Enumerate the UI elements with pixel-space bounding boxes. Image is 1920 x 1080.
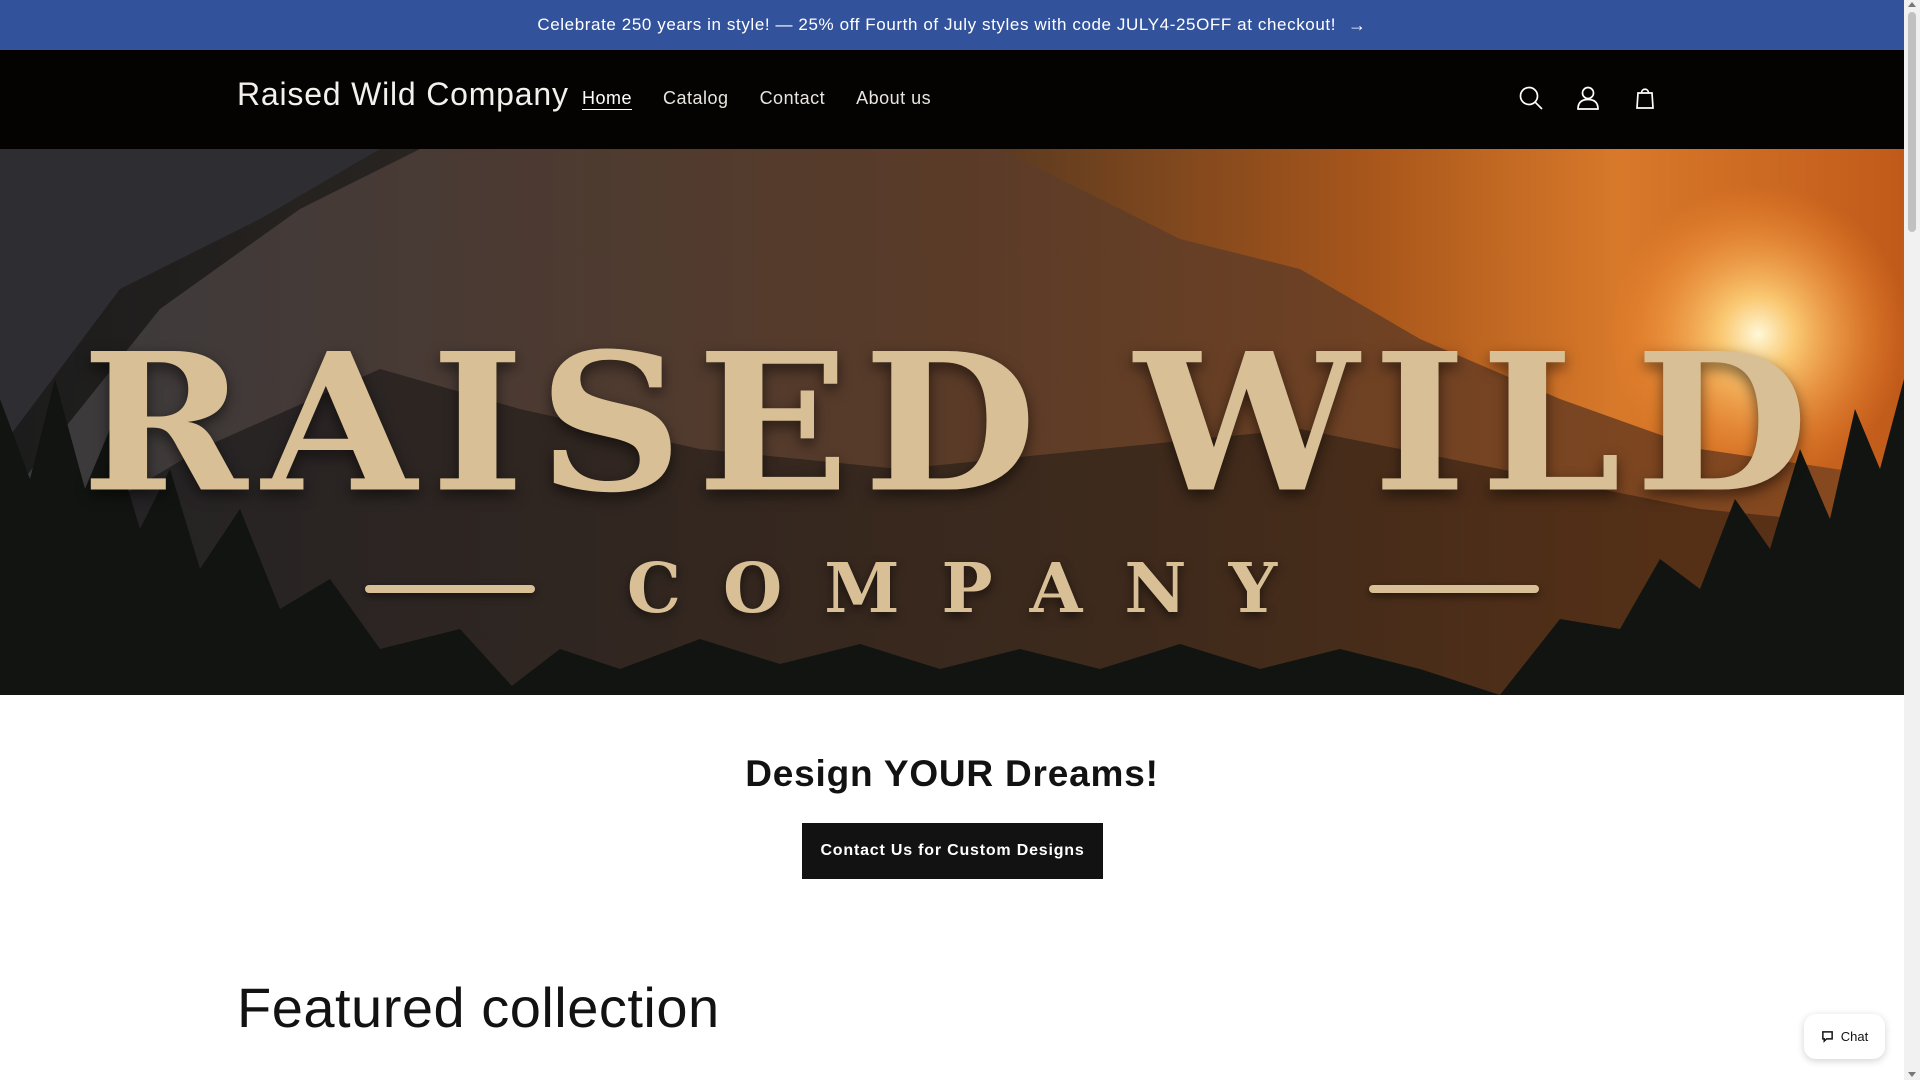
section-heading: Design YOUR Dreams!: [745, 753, 1159, 794]
hero-subtitle: COMPANY: [626, 549, 1320, 629]
custom-designs-section: Design YOUR Dreams! Contact Us for Custo…: [0, 695, 1904, 955]
search-icon[interactable]: [1516, 83, 1546, 113]
page-scrollbar[interactable]: [1904, 0, 1920, 1080]
announcement-bar[interactable]: Celebrate 250 years in style! — 25% off …: [0, 0, 1904, 50]
main-nav: Home Catalog Contact About us: [582, 88, 931, 109]
featured-collection-heading: Featured collection: [237, 976, 720, 1039]
store-logo[interactable]: Raised Wild Company: [237, 76, 569, 113]
decorative-rule-right: [1369, 585, 1540, 593]
scroll-down-arrow-icon[interactable]: [1908, 1072, 1916, 1077]
chat-label: Chat: [1840, 1029, 1869, 1044]
account-icon[interactable]: [1573, 83, 1603, 113]
hero-subtitle-row: COMPANY: [0, 549, 1904, 629]
nav-item-about-us[interactable]: About us: [856, 88, 931, 109]
nav-item-catalog[interactable]: Catalog: [663, 88, 729, 109]
contact-custom-designs-button[interactable]: Contact Us for Custom Designs: [802, 823, 1103, 879]
nav-item-contact[interactable]: Contact: [760, 88, 826, 109]
chat-bubble-icon: [1821, 1031, 1833, 1043]
chat-button[interactable]: Chat: [1804, 1014, 1885, 1059]
announcement-link[interactable]: Celebrate 250 years in style! — 25% off …: [537, 15, 1366, 35]
hero-title: RAISED WILD: [81, 311, 1823, 536]
hero-banner: RAISED WILD COMPANY: [0, 149, 1904, 695]
arrow-right-icon: →: [1348, 15, 1367, 35]
header-icons: [1516, 83, 1660, 113]
page: Celebrate 250 years in style! — 25% off …: [0, 0, 1904, 1080]
scroll-thumb[interactable]: [1908, 12, 1916, 232]
nav-item-home[interactable]: Home: [582, 88, 632, 109]
announcement-text: Celebrate 250 years in style! — 25% off …: [537, 15, 1337, 34]
cart-icon[interactable]: [1630, 83, 1660, 113]
decorative-rule-left: [364, 585, 535, 593]
site-header: Raised Wild Company Home Catalog Contact…: [0, 50, 1904, 149]
scroll-up-arrow-icon[interactable]: [1908, 2, 1916, 7]
